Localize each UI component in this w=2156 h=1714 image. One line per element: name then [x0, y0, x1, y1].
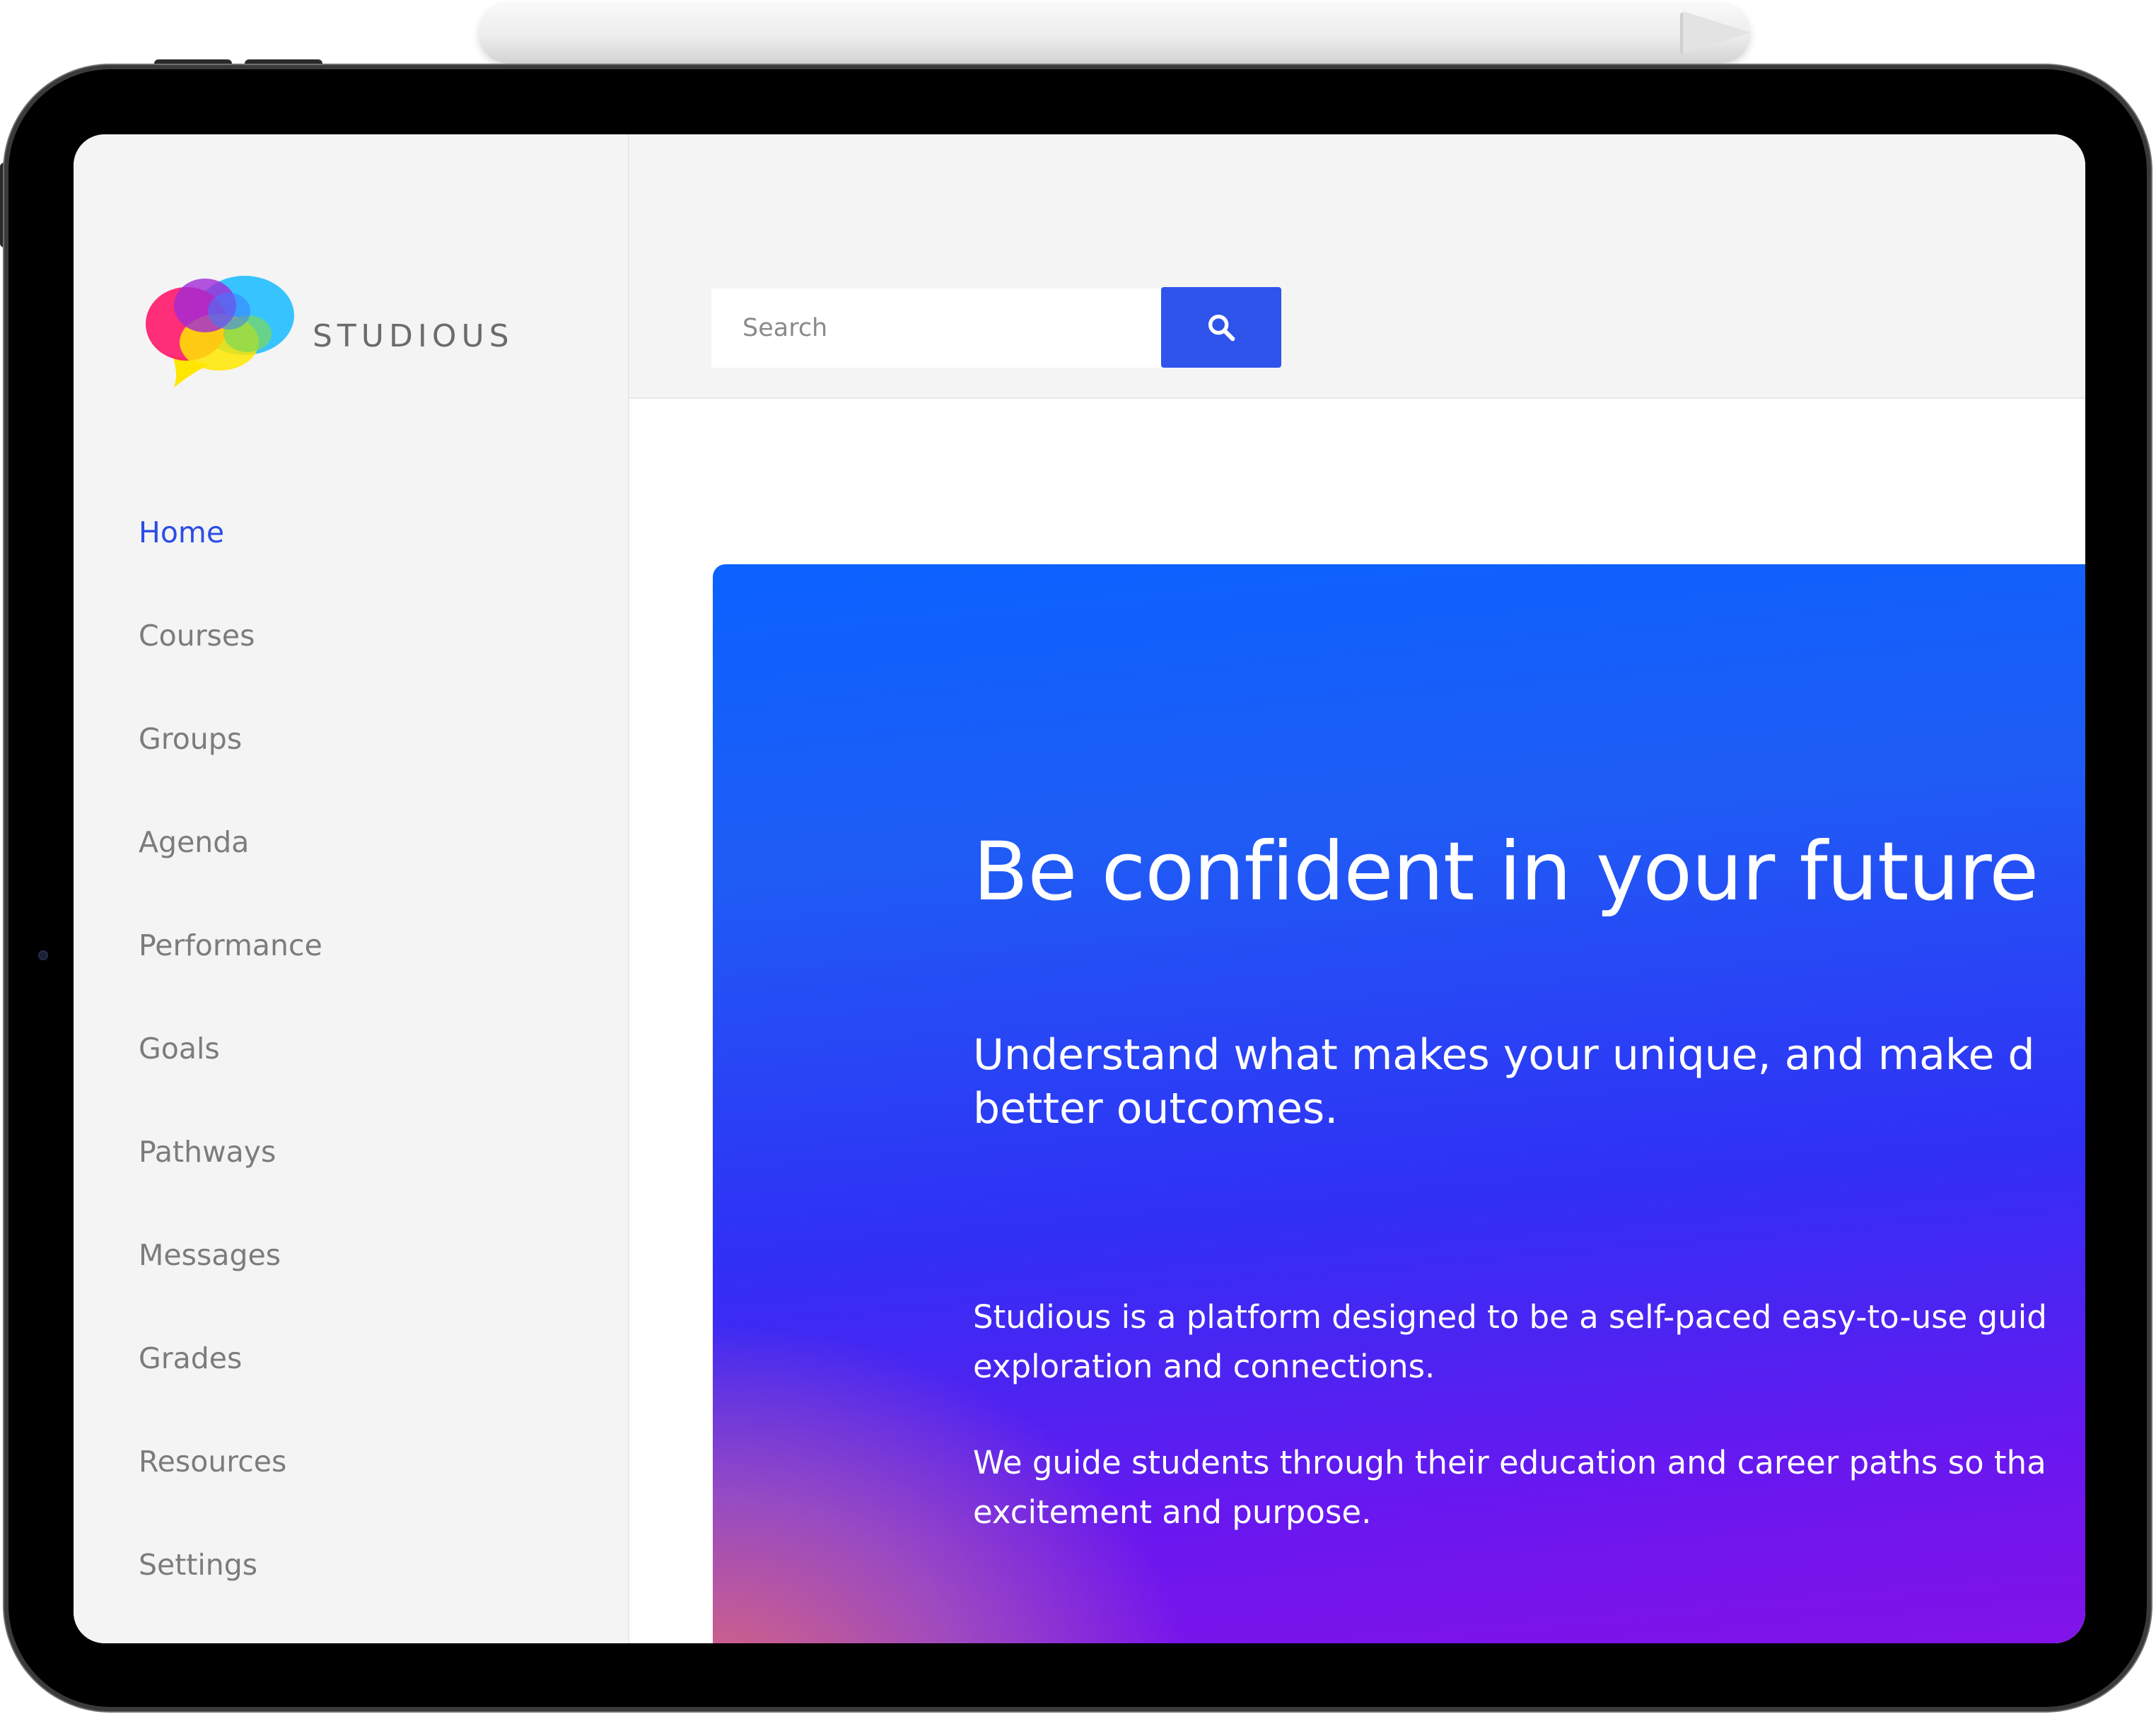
device-mockup: STUDIOUS Home Courses Groups Agenda Perf…: [0, 0, 2156, 1714]
brand-name: STUDIOUS: [313, 317, 514, 354]
hero-title: Be confident in your future: [973, 824, 2039, 919]
sidebar-item-pathways[interactable]: Pathways: [139, 1100, 322, 1203]
sidebar-item-performance[interactable]: Performance: [139, 894, 322, 997]
search-icon: [1208, 314, 1235, 342]
stylus-pencil: [478, 1, 1751, 64]
search-button[interactable]: [1161, 287, 1281, 368]
sidebar-item-goals[interactable]: Goals: [139, 997, 322, 1100]
stylus-tip: [1683, 11, 1751, 54]
app-screen: STUDIOUS Home Courses Groups Agenda Perf…: [74, 134, 2085, 1643]
hero-paragraph-intro: Studious is a platform designed to be a …: [973, 1298, 2047, 1385]
sidebar-item-home[interactable]: Home: [139, 481, 322, 584]
sidebar: STUDIOUS Home Courses Groups Agenda Perf…: [74, 134, 629, 1643]
sidebar-item-groups[interactable]: Groups: [139, 687, 322, 791]
sidebar-item-resources[interactable]: Resources: [139, 1410, 322, 1513]
sidebar-nav: Home Courses Groups Agenda Performance G…: [139, 481, 322, 1616]
top-bar: [629, 134, 2085, 399]
hero-banner: Be confident in your future Understand w…: [713, 564, 2085, 1643]
brand-logo[interactable]: STUDIOUS: [144, 269, 514, 396]
sidebar-item-agenda[interactable]: Agenda: [139, 791, 322, 894]
sidebar-item-settings[interactable]: Settings: [139, 1513, 322, 1616]
camera-icon: [38, 950, 48, 960]
main-content: Be confident in your future Understand w…: [629, 399, 2085, 1643]
brain-logo-icon: [146, 276, 294, 387]
hero-paragraph-guide: We guide students through their educatio…: [973, 1444, 2046, 1531]
sidebar-item-grades[interactable]: Grades: [139, 1307, 322, 1410]
hero-subtitle: Understand what makes your unique, and m…: [973, 1030, 2035, 1133]
search-input[interactable]: [711, 288, 1161, 368]
sidebar-item-messages[interactable]: Messages: [139, 1203, 322, 1307]
sidebar-item-courses[interactable]: Courses: [139, 584, 322, 687]
